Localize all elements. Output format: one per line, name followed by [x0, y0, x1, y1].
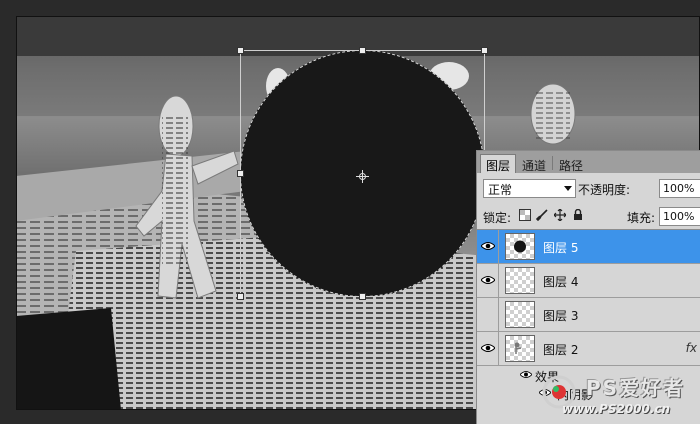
fill-label: 填充:	[627, 211, 656, 225]
layer-thumbnail	[505, 267, 535, 294]
layer-row-3[interactable]: 图层 3	[477, 298, 700, 332]
transform-handle-top-right[interactable]	[481, 47, 488, 54]
transform-handle-bottom[interactable]	[359, 293, 366, 300]
watermark-title: PS爱好者	[586, 376, 686, 400]
layer-name[interactable]: 图层 4	[543, 273, 578, 290]
visibility-toggle[interactable]	[477, 230, 499, 263]
watermark: PS爱好者 www.PS2000.cn	[542, 372, 700, 424]
layer-thumbnail	[505, 335, 535, 362]
lock-brush-icon[interactable]	[536, 209, 548, 221]
transform-handle-bottom-left[interactable]	[237, 293, 244, 300]
eye-icon	[481, 242, 495, 250]
transform-center-icon[interactable]	[356, 170, 369, 183]
layer-thumbnail	[505, 233, 535, 260]
eye-icon[interactable]	[520, 370, 532, 379]
lock-label: 锁定:	[483, 211, 512, 225]
visibility-toggle[interactable]	[477, 264, 499, 297]
blend-mode-value: 正常	[488, 183, 513, 197]
opacity-input[interactable]: 100%	[659, 179, 700, 198]
lock-transparent-icon[interactable]	[519, 209, 531, 221]
opacity-label: 不透明度:	[578, 183, 631, 197]
layer-name[interactable]: 图层 2	[543, 341, 578, 358]
lock-move-icon[interactable]	[554, 209, 566, 221]
layer-row-5[interactable]: 图层 5	[477, 230, 700, 264]
tab-channels[interactable]: 通道	[516, 154, 552, 173]
black-circle-thumb	[514, 240, 526, 253]
layer-name[interactable]: 图层 3	[543, 307, 578, 324]
tab-paths[interactable]: 路径	[553, 154, 589, 173]
transform-handle-left[interactable]	[237, 170, 244, 177]
visibility-toggle[interactable]	[477, 298, 499, 331]
eye-icon	[481, 276, 495, 284]
fx-badge[interactable]: fx	[686, 341, 697, 355]
transform-handle-top[interactable]	[359, 47, 366, 54]
layer-row-4[interactable]: 图层 4	[477, 264, 700, 298]
layer-thumbnail	[505, 301, 535, 328]
blend-row: 正常 不透明度: 100%	[477, 177, 700, 199]
figure-thumb	[514, 342, 522, 354]
layer-name[interactable]: 图层 5	[543, 239, 578, 256]
lock-all-icon[interactable]	[572, 209, 584, 221]
visibility-toggle[interactable]	[477, 332, 499, 365]
panel-tab-bar: 图层 通道 路径	[477, 151, 700, 173]
fill-input[interactable]: 100%	[659, 207, 700, 226]
blend-mode-select[interactable]: 正常	[483, 179, 576, 198]
chevron-down-icon	[564, 186, 572, 191]
lock-row: 锁定: 填充: 100%	[477, 205, 700, 227]
watermark-url: www.PS2000.cn	[562, 402, 671, 416]
tab-layers[interactable]: 图层	[480, 154, 517, 173]
transform-handle-top-left[interactable]	[237, 47, 244, 54]
eye-icon	[481, 344, 495, 352]
layer-row-2[interactable]: 图层 2 fx	[477, 332, 700, 366]
